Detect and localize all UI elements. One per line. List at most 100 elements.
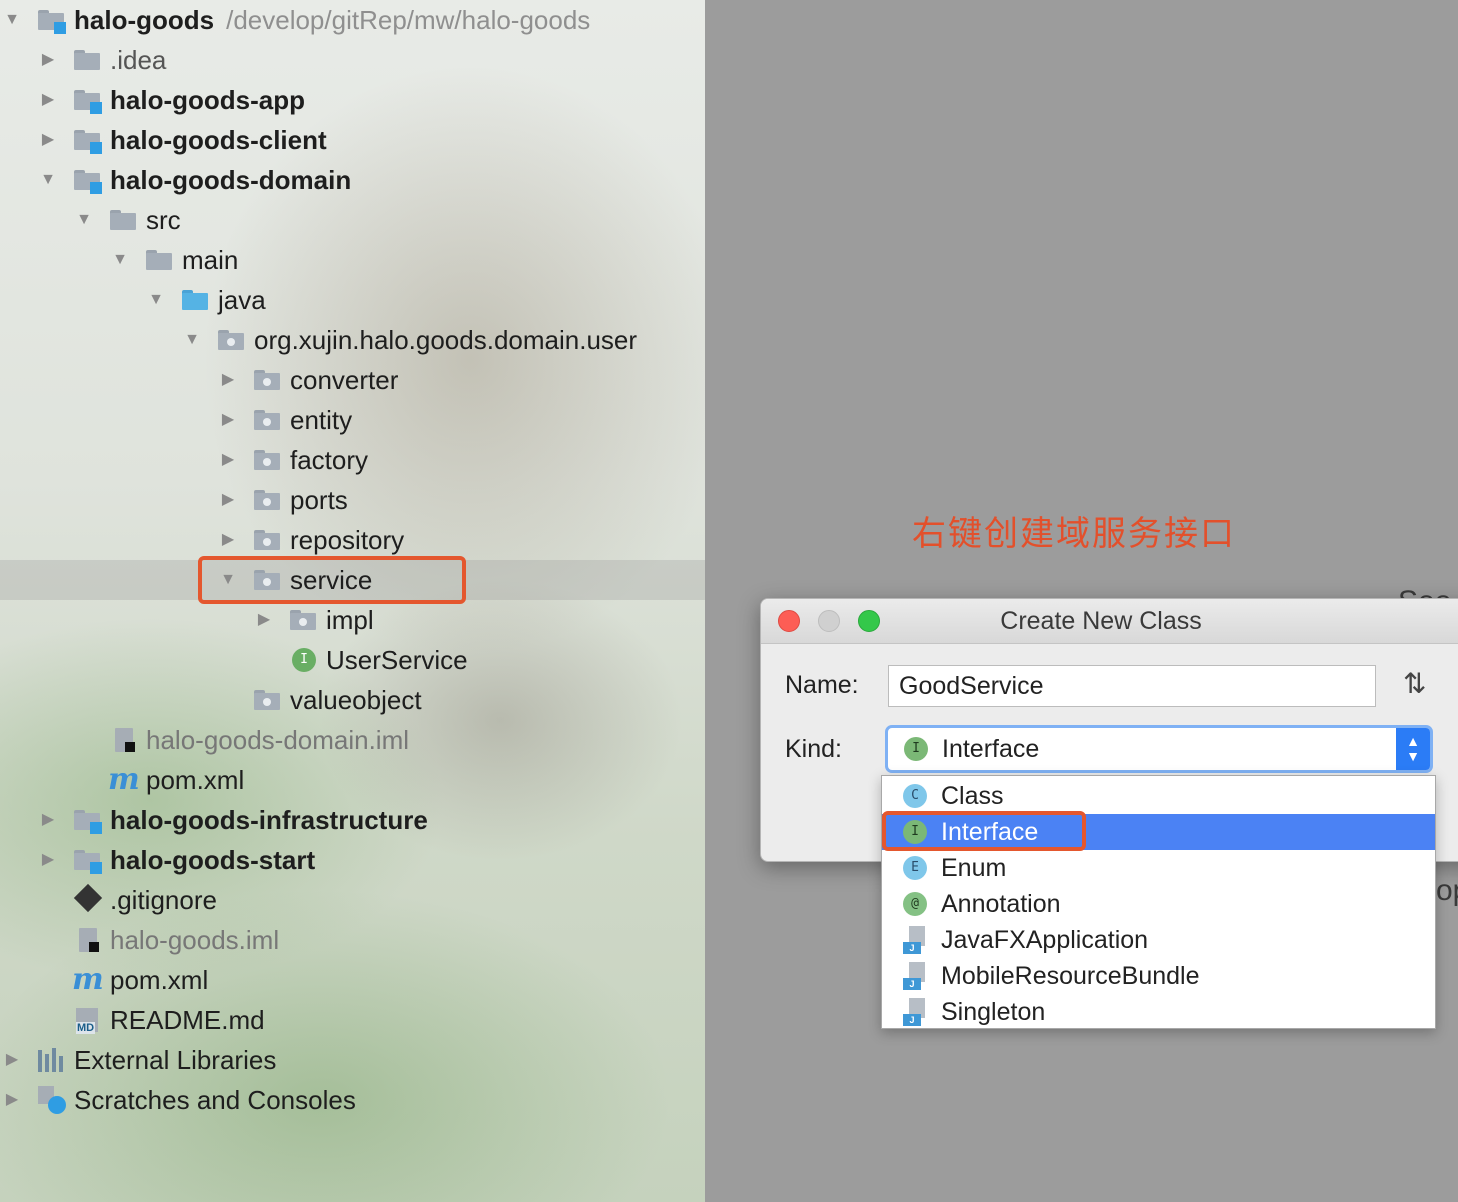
tree-item-label: pom.xml	[110, 965, 209, 995]
tree-item-label: .gitignore	[110, 885, 217, 915]
package-icon	[254, 408, 280, 432]
project-tree: ▼ halo-goods/develop/gitRep/mw/halo-good…	[0, 0, 705, 1202]
interface-icon: I	[292, 648, 316, 672]
kind-option-class[interactable]: C Class	[882, 778, 1435, 814]
tree-item-label: .idea	[110, 45, 167, 75]
tree-item-label: ports	[290, 485, 348, 515]
option-label: JavaFXApplication	[941, 926, 1149, 954]
git-icon	[73, 883, 103, 913]
module-folder-icon	[74, 128, 102, 154]
expand-right-icon[interactable]: ▶	[218, 520, 238, 560]
sort-order-icon[interactable]: ⇅	[1403, 667, 1426, 700]
root-label: halo-goods	[74, 5, 215, 35]
interface-kind-icon: I	[904, 737, 928, 761]
tree-item-label: halo-goods-client	[110, 125, 327, 155]
option-label: MobileResourceBundle	[941, 962, 1200, 990]
package-icon	[290, 608, 316, 632]
module-folder-icon	[74, 808, 102, 834]
kind-selected-value: Interface	[942, 735, 1040, 763]
annotation-text: 右键创建域服务接口	[912, 514, 1236, 554]
option-label: Enum	[941, 854, 1007, 882]
module-folder-icon	[74, 168, 102, 194]
tree-item-label: README.md	[110, 1005, 265, 1035]
tree-item-label: repository	[290, 525, 405, 555]
kind-option-annotation[interactable]: @ Annotation	[882, 886, 1435, 922]
kind-option-mobileresourcebundle[interactable]: J MobileResourceBundle	[882, 958, 1435, 994]
expand-down-icon[interactable]: ▼	[2, 0, 22, 40]
package-icon	[254, 448, 280, 472]
tree-item-label: UserService	[326, 645, 468, 675]
expand-down-icon[interactable]: ▼	[182, 320, 202, 360]
module-folder-icon	[74, 88, 102, 114]
expand-right-icon[interactable]: ▶	[38, 40, 58, 80]
java-file-icon: J	[903, 962, 927, 990]
iml-file-icon	[112, 728, 138, 752]
expand-right-icon[interactable]: ▶	[38, 800, 58, 840]
tree-item-label: factory	[290, 445, 369, 475]
clipped-text-middle: op	[1436, 874, 1458, 907]
module-folder-icon	[74, 848, 102, 874]
expand-right-icon[interactable]: ▶	[218, 480, 238, 520]
kind-option-singleton[interactable]: J Singleton	[882, 994, 1435, 1030]
library-icon	[38, 1048, 66, 1072]
java-file-icon: J	[903, 998, 927, 1026]
option-label: Singleton	[941, 998, 1046, 1026]
expand-right-icon[interactable]: ▶	[2, 1040, 22, 1080]
expand-down-icon[interactable]: ▼	[38, 160, 58, 200]
expand-right-icon[interactable]: ▶	[2, 1080, 22, 1120]
tree-item-label: converter	[290, 365, 399, 395]
tree-item-label: pom.xml	[146, 765, 245, 795]
tree-item-label: valueobject	[290, 685, 422, 715]
package-icon	[254, 368, 280, 392]
package-icon	[254, 688, 280, 712]
expand-right-icon[interactable]: ▶	[38, 840, 58, 880]
module-folder-icon	[38, 8, 66, 34]
iml-file-icon	[76, 928, 102, 952]
option-label: Annotation	[941, 890, 1061, 918]
expand-down-icon[interactable]: ▼	[74, 200, 94, 240]
enum-icon: E	[903, 856, 927, 880]
expand-right-icon[interactable]: ▶	[254, 600, 274, 640]
dialog-titlebar[interactable]: Create New Class	[761, 599, 1458, 644]
clipped-text-top: Soo	[1398, 580, 1451, 600]
annotation-icon: @	[903, 892, 927, 916]
maven-icon: m	[72, 962, 104, 997]
tree-root[interactable]: ▼ halo-goods/develop/gitRep/mw/halo-good…	[0, 0, 705, 40]
option-label: Class	[941, 782, 1004, 810]
folder-icon	[146, 248, 172, 272]
tree-item-label: halo-goods-infrastructure	[110, 805, 428, 835]
expand-down-icon[interactable]: ▼	[110, 240, 130, 280]
name-input[interactable]	[888, 665, 1376, 707]
expand-right-icon[interactable]: ▶	[218, 440, 238, 480]
tree-item-label: org.xujin.halo.goods.domain.user	[254, 325, 638, 355]
expand-down-icon[interactable]: ▼	[146, 280, 166, 320]
package-icon	[218, 328, 244, 352]
package-icon	[254, 528, 280, 552]
tree-item-label: java	[218, 285, 266, 315]
tree-item-label: halo-goods-app	[110, 85, 305, 115]
source-folder-icon	[182, 288, 208, 312]
dialog-title: Create New Class	[1000, 607, 1202, 635]
tree-item-label: halo-goods-domain	[110, 165, 352, 195]
tree-item-label: entity	[290, 405, 353, 435]
kind-option-enum[interactable]: E Enum	[882, 850, 1435, 886]
kind-select[interactable]: I Interface ▲ ▼	[885, 725, 1433, 773]
expand-right-icon[interactable]: ▶	[38, 120, 58, 160]
tree-item-label: Scratches and Consoles	[74, 1085, 356, 1115]
tree-item-label: halo-goods-domain.iml	[146, 725, 410, 755]
package-icon	[254, 488, 280, 512]
maven-icon: m	[108, 762, 140, 797]
root-path: /develop/gitRep/mw/halo-goods	[226, 5, 591, 35]
tree-item-label: src	[146, 205, 181, 235]
select-stepper-icon[interactable]: ▲ ▼	[1396, 728, 1430, 770]
tree-item-label: main	[182, 245, 239, 275]
expand-right-icon[interactable]: ▶	[218, 360, 238, 400]
folder-icon	[74, 48, 100, 72]
scratches-icon	[38, 1086, 66, 1114]
expand-right-icon[interactable]: ▶	[38, 80, 58, 120]
kind-option-javafxapplication[interactable]: J JavaFXApplication	[882, 922, 1435, 958]
kind-label: Kind:	[785, 735, 842, 763]
expand-right-icon[interactable]: ▶	[218, 400, 238, 440]
interface-highlight-box	[882, 811, 1086, 851]
tree-item-label: halo-goods-start	[110, 845, 316, 875]
